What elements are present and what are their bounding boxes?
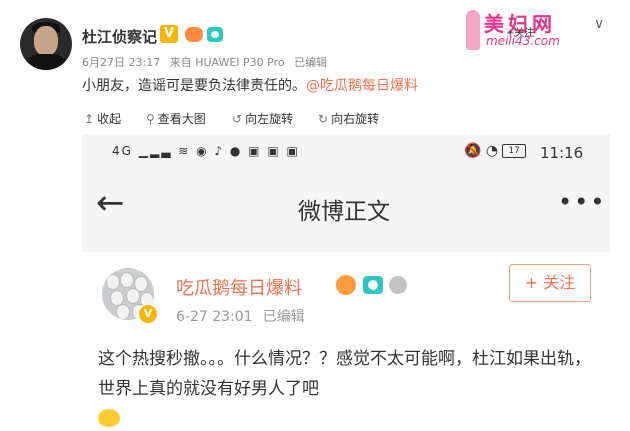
view-large-label: 查看大图 — [157, 112, 206, 126]
username[interactable]: 杜江侦察记 — [82, 26, 157, 47]
rotate-left-label: 向左旋转 — [245, 112, 294, 126]
nav-title: 微博正文 — [298, 199, 390, 225]
card-date: 6-27 23:01 — [176, 309, 253, 325]
card-meta: 6-27 23:01 已编辑 — [176, 306, 315, 326]
clock: 11:16 — [540, 144, 584, 162]
woman-figure-icon — [466, 10, 480, 50]
battery-icon: 17 — [502, 144, 527, 158]
post-text: 小朋友，造谣可是要负法律责任的。@吃瓜鹅每日爆料 — [82, 75, 418, 95]
level-badge-icon — [389, 276, 407, 294]
rotate-right-button[interactable]: ↻ 向右旋转 — [318, 110, 379, 127]
phone-screenshot: 4G ▁▂▃ ≋ ◉ ♪ ● ▣ ▣ ▣ 🔕 ◔ 17 11:16 ← 微博正文 … — [82, 134, 610, 431]
member-badge-icon — [336, 275, 356, 295]
network-indicator: 4G — [112, 144, 133, 158]
collapse-icon: ↥ — [84, 112, 95, 126]
laugh-cry-emoji-icon — [98, 409, 120, 427]
status-right: 🔕 ◔ 17 — [464, 143, 530, 159]
card-text: 这个热搜秒撤。。。什么情况？？感觉不太可能啊，杜江如果出轨，世界上真的就没有好男… — [98, 349, 591, 399]
more-icon[interactable]: ••• — [558, 188, 606, 216]
card-verified-icon: V — [138, 304, 158, 324]
mute-icon: 🔕 — [464, 143, 482, 159]
watermark-logo: 美妇网 +关注 meili43.com — [462, 8, 580, 54]
post-meta: 6月27日 23:17 来自 HUAWEI P30 Pro 已编辑 — [82, 54, 333, 70]
back-arrow-icon[interactable]: ← — [96, 186, 125, 220]
camera-badge-icon — [363, 276, 383, 294]
follow-button[interactable]: + 关注 — [509, 264, 591, 302]
search-icon: ⚲ — [146, 112, 155, 126]
rotate-right-label: 向右旋转 — [331, 112, 380, 126]
nav-bar: ← 微博正文 ••• — [82, 172, 610, 242]
speed-icon: ◔ — [485, 143, 499, 159]
camera-badge-icon — [207, 27, 223, 42]
status-bar: 4G ▁▂▃ ≋ ◉ ♪ ● ▣ ▣ ▣ 🔕 ◔ 17 11:16 — [82, 134, 610, 172]
post-body: 小朋友，造谣可是要负法律责任的。 — [82, 78, 306, 94]
rotate-left-icon: ↺ — [232, 112, 243, 126]
collapse-label: 收起 — [97, 112, 122, 126]
card-edited: 已编辑 — [262, 309, 305, 325]
image-toolbar: ↥ 收起 ⚲ 查看大图 ↺ 向左旋转 ↻ 向右旋转 — [0, 108, 630, 130]
post-source: 来自 HUAWEI P30 Pro — [169, 56, 285, 69]
collapse-button[interactable]: ↥ 收起 — [84, 110, 121, 127]
post-edited[interactable]: 已编辑 — [294, 56, 327, 69]
chevron-down-icon[interactable]: ∨ — [594, 16, 604, 32]
rotate-left-button[interactable]: ↺ 向左旋转 — [232, 110, 293, 127]
watermark-url: meili43.com — [486, 34, 560, 48]
weibo-card: V 吃瓜鹅每日爆料 6-27 23:01 已编辑 + 关注 这个热搜秒撤。。。什么… — [82, 252, 610, 431]
post-header: 杜江侦察记 V 6月27日 23:17 来自 HUAWEI P30 Pro 已编… — [0, 0, 630, 108]
user-avatar[interactable] — [20, 18, 72, 70]
verified-badge-icon: V — [160, 25, 178, 43]
card-username[interactable]: 吃瓜鹅每日爆料 — [176, 274, 302, 300]
signal-icons: 4G ▁▂▃ ≋ ◉ ♪ ● ▣ ▣ ▣ — [112, 144, 300, 158]
post-date[interactable]: 6月27日 23:17 — [82, 56, 160, 69]
rotate-right-icon: ↻ — [318, 112, 329, 126]
view-large-button[interactable]: ⚲ 查看大图 — [146, 110, 206, 127]
member-badge-icon — [185, 27, 203, 42]
mention-link[interactable]: @吃瓜鹅每日爆料 — [306, 78, 418, 94]
